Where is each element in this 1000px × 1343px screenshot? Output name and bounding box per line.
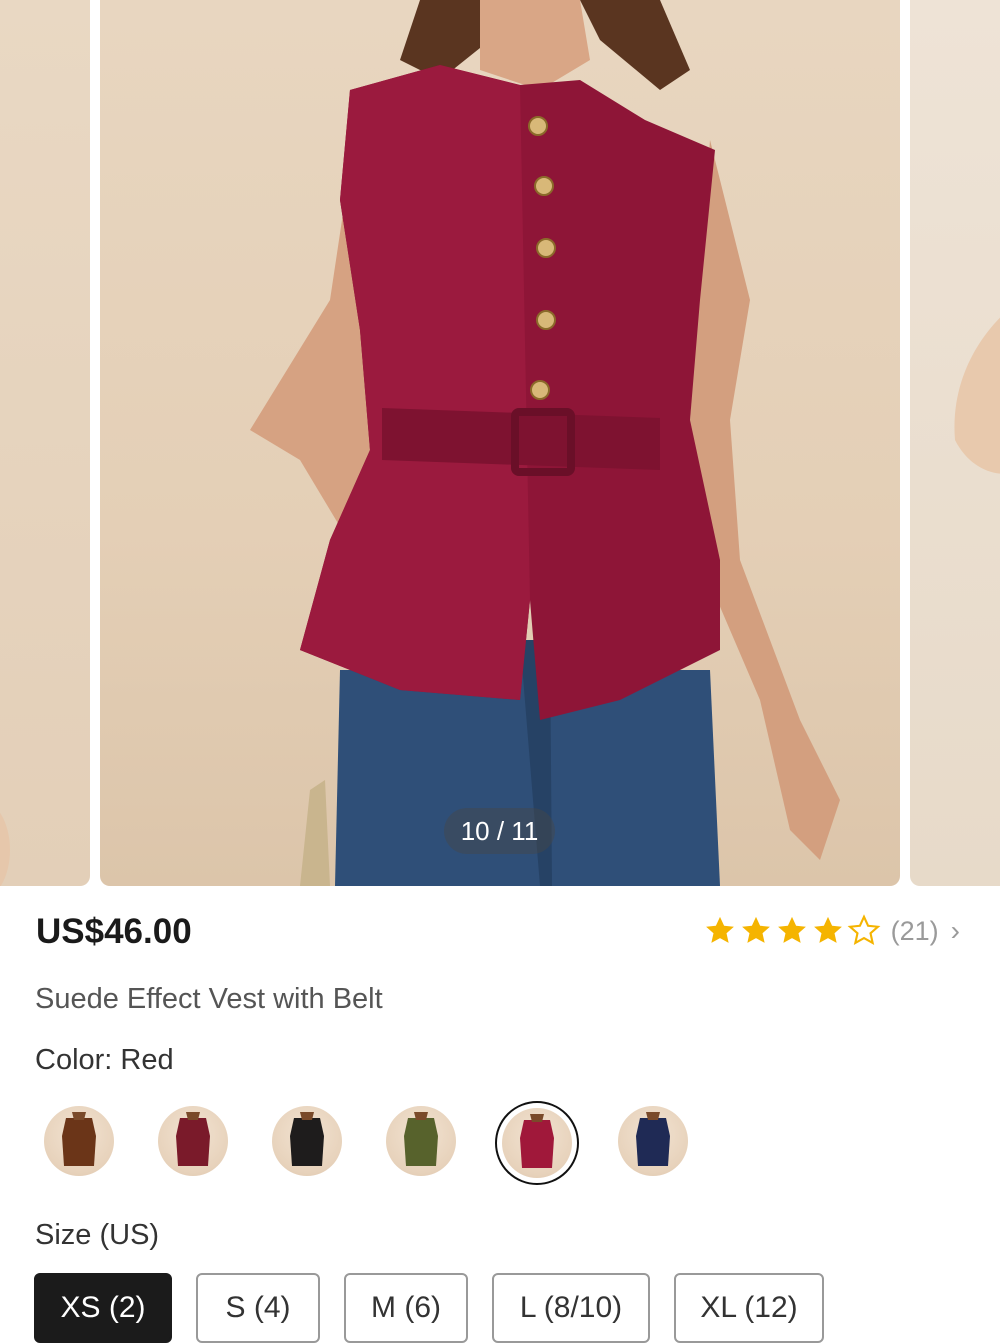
image-counter: 10 / 11 <box>444 808 555 854</box>
chevron-right-icon[interactable]: › <box>951 917 960 945</box>
product-title: Suede Effect Vest with Belt <box>35 983 383 1015</box>
star-full-icon <box>777 916 806 943</box>
color-swatch-navy[interactable] <box>618 1106 688 1176</box>
size-label: Size (US) <box>35 1219 160 1251</box>
review-count[interactable]: (21) <box>891 916 939 947</box>
main-product-image[interactable] <box>100 0 900 886</box>
star-full-icon <box>741 916 770 943</box>
color-swatch-black[interactable] <box>272 1106 342 1176</box>
product-price: US$46.00 <box>36 912 192 951</box>
color-swatch-brown[interactable] <box>44 1106 114 1176</box>
product-image-gallery[interactable]: 10 / 11 <box>0 0 1000 886</box>
color-swatch-list <box>44 1101 688 1185</box>
next-image-slide[interactable] <box>910 0 1000 886</box>
color-label: Color: Red <box>35 1044 174 1076</box>
rating-summary[interactable]: (21) › <box>703 914 960 948</box>
star-full-icon <box>705 916 734 943</box>
color-swatch-burgundy[interactable] <box>158 1106 228 1176</box>
star-empty-icon <box>847 914 881 945</box>
star-full-icon <box>813 916 842 943</box>
color-swatch-red-selected[interactable] <box>495 1101 579 1185</box>
color-swatch-olive[interactable] <box>386 1106 456 1176</box>
previous-image-slide[interactable] <box>0 0 90 886</box>
